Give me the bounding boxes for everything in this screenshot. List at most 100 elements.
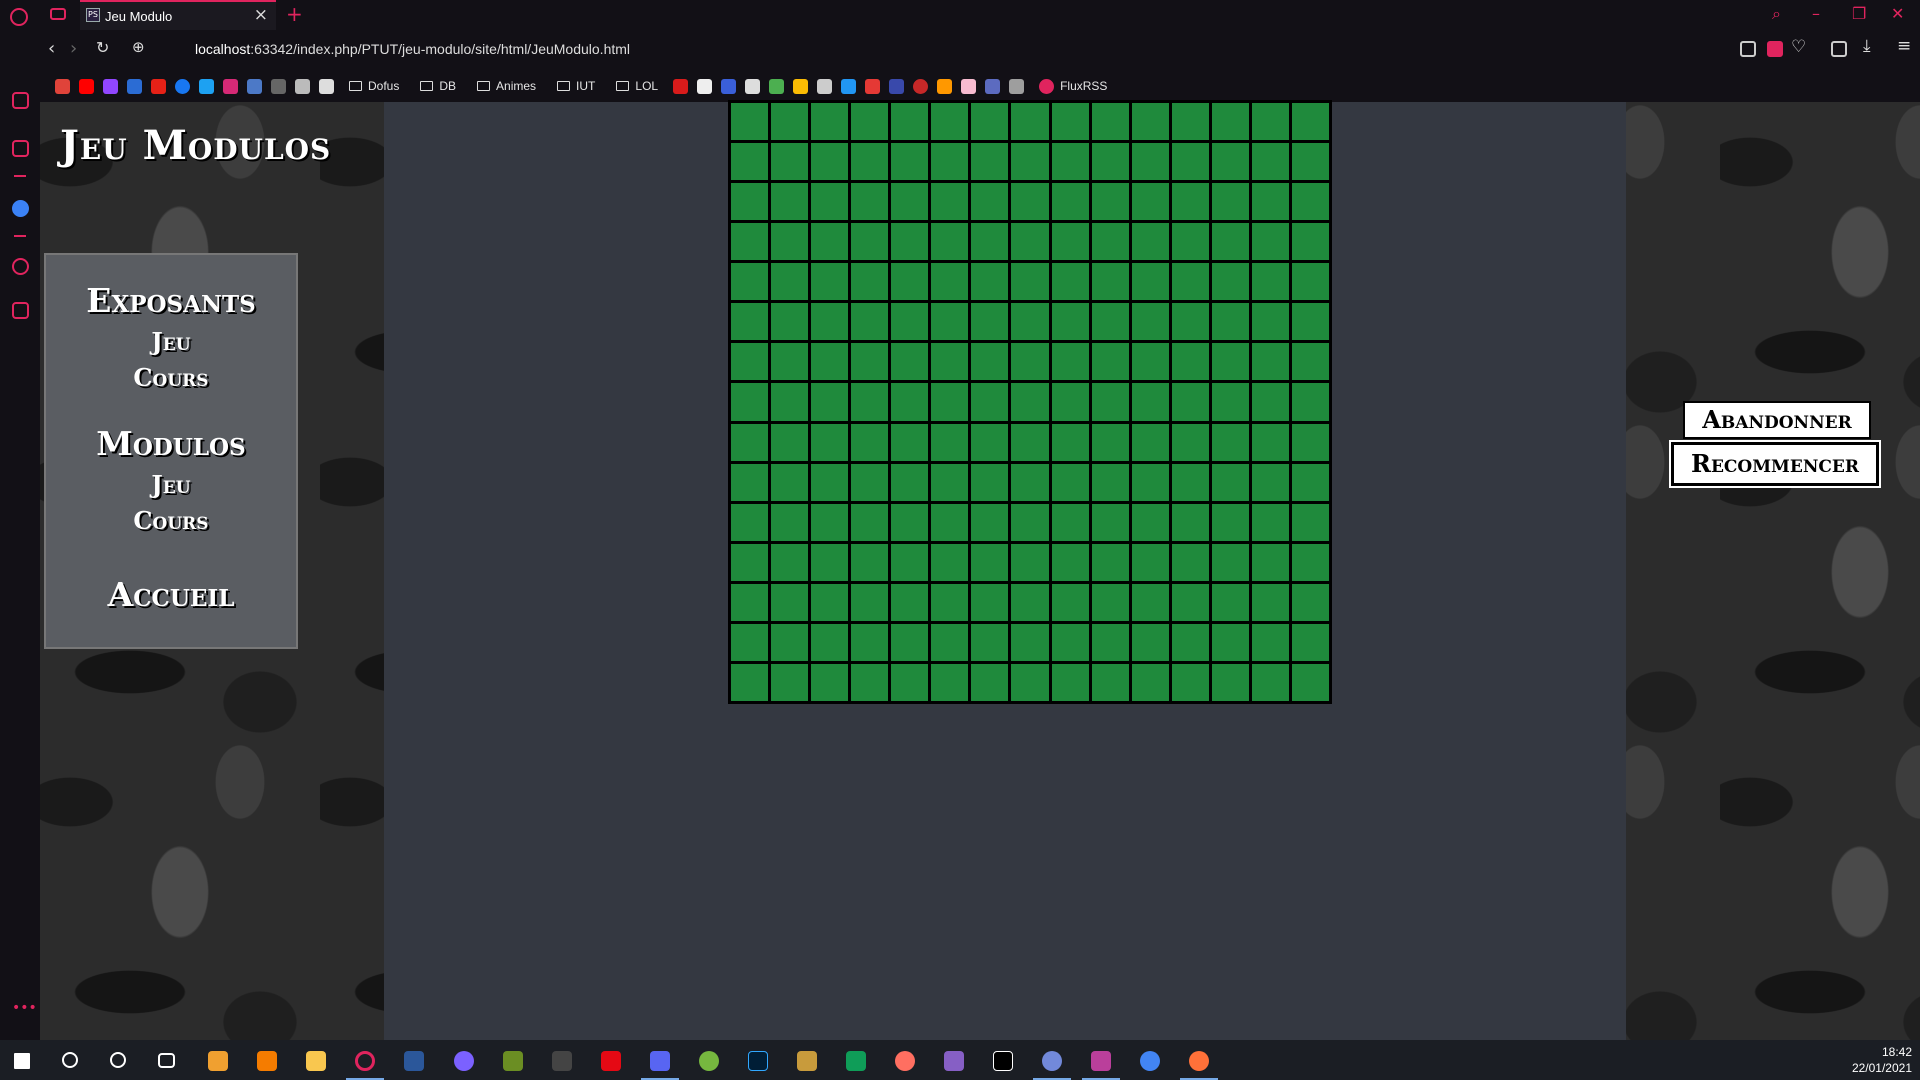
board-cell[interactable] [1251, 623, 1289, 661]
bookmark-icon[interactable] [817, 78, 833, 94]
board-cell[interactable] [1171, 423, 1209, 461]
board-cell[interactable] [731, 303, 769, 341]
board-cell[interactable] [1091, 223, 1129, 261]
board-cell[interactable] [1131, 263, 1169, 301]
board-cell[interactable] [931, 463, 969, 501]
history-icon[interactable] [12, 258, 29, 275]
board-cell[interactable] [931, 503, 969, 541]
board-cell[interactable] [1211, 503, 1249, 541]
menu-modulos-jeu[interactable]: Jeu [46, 467, 296, 503]
board-cell[interactable] [1291, 503, 1329, 541]
document-icon[interactable] [295, 78, 310, 94]
board-cell[interactable] [891, 103, 929, 141]
board-cell[interactable] [1251, 143, 1289, 181]
netflix-icon[interactable] [601, 1051, 621, 1071]
board-cell[interactable] [971, 543, 1009, 581]
board-cell[interactable] [731, 183, 769, 221]
bookmark-icon[interactable] [1009, 78, 1025, 94]
board-cell[interactable] [1011, 423, 1049, 461]
bookmark-icon[interactable] [985, 78, 1001, 94]
board-cell[interactable] [891, 303, 929, 341]
board-cell[interactable] [1011, 543, 1049, 581]
board-cell[interactable] [931, 303, 969, 341]
board-cell[interactable] [1291, 543, 1329, 581]
bookmark-fluxrss[interactable]: FluxRSS [1039, 78, 1107, 94]
board-cell[interactable] [1011, 303, 1049, 341]
board-cell[interactable] [731, 263, 769, 301]
board-cell[interactable] [771, 583, 809, 621]
board-cell[interactable] [1291, 223, 1329, 261]
board-cell[interactable] [1091, 183, 1129, 221]
board-cell[interactable] [811, 383, 849, 421]
firefox-icon[interactable] [1189, 1051, 1209, 1071]
task-view-icon[interactable] [158, 1053, 175, 1068]
board-cell[interactable] [1131, 463, 1169, 501]
board-cell[interactable] [1291, 583, 1329, 621]
instagram-icon[interactable] [223, 78, 238, 94]
back-icon[interactable]: ‹ [48, 38, 55, 59]
board-cell[interactable] [851, 463, 889, 501]
board-cell[interactable] [971, 503, 1009, 541]
app-icon[interactable] [454, 1051, 474, 1071]
board-cell[interactable] [1011, 463, 1049, 501]
board-cell[interactable] [971, 383, 1009, 421]
board-cell[interactable] [1051, 623, 1089, 661]
snapshot-icon[interactable] [1740, 41, 1756, 57]
board-cell[interactable] [731, 383, 769, 421]
bookmark-icon[interactable] [721, 78, 737, 94]
board-cell[interactable] [771, 423, 809, 461]
board-cell[interactable] [731, 543, 769, 581]
board-cell[interactable] [1011, 223, 1049, 261]
phpstorm-icon[interactable] [1091, 1051, 1111, 1071]
board-cell[interactable] [771, 543, 809, 581]
board-cell[interactable] [971, 263, 1009, 301]
board-cell[interactable] [971, 183, 1009, 221]
board-cell[interactable] [931, 143, 969, 181]
board-cell[interactable] [811, 583, 849, 621]
twitch-icon[interactable] [12, 140, 29, 157]
board-cell[interactable] [1211, 303, 1249, 341]
board-cell[interactable] [1131, 583, 1169, 621]
bookmark-icon[interactable] [889, 78, 905, 94]
bookmark-icon[interactable] [697, 78, 713, 94]
board-cell[interactable] [1011, 503, 1049, 541]
gaming-icon[interactable] [50, 8, 66, 20]
chrome-icon[interactable] [1140, 1051, 1160, 1071]
board-cell[interactable] [1291, 303, 1329, 341]
board-cell[interactable] [771, 303, 809, 341]
board-cell[interactable] [771, 463, 809, 501]
menu-exposants-cours[interactable]: Cours [46, 360, 296, 396]
board-cell[interactable] [1251, 303, 1289, 341]
board-cell[interactable] [811, 423, 849, 461]
board-cell[interactable] [1011, 103, 1049, 141]
board-cell[interactable] [1091, 423, 1129, 461]
board-cell[interactable] [931, 543, 969, 581]
menu-exposants-heading[interactable]: Exposants [46, 281, 296, 320]
board-cell[interactable] [811, 223, 849, 261]
league-icon[interactable] [797, 1051, 817, 1071]
bookmark-icon[interactable] [913, 78, 929, 94]
board-cell[interactable] [1171, 623, 1209, 661]
utorrent-icon[interactable] [699, 1051, 719, 1071]
board-cell[interactable] [1131, 343, 1169, 381]
board-cell[interactable] [1211, 423, 1249, 461]
intellij-icon[interactable] [993, 1051, 1013, 1071]
translate-icon[interactable] [247, 78, 262, 94]
board-cell[interactable] [1091, 303, 1129, 341]
board-cell[interactable] [1211, 463, 1249, 501]
board-cell[interactable] [931, 663, 969, 701]
google-drive-icon[interactable] [793, 78, 809, 94]
board-cell[interactable] [971, 463, 1009, 501]
abandon-button[interactable]: Abandonner [1683, 401, 1871, 439]
youtube-play-icon[interactable] [151, 78, 166, 94]
board-cell[interactable] [1171, 503, 1209, 541]
board-cell[interactable] [1131, 183, 1169, 221]
board-cell[interactable] [931, 103, 969, 141]
board-cell[interactable] [1051, 143, 1089, 181]
board-cell[interactable] [931, 423, 969, 461]
board-cell[interactable] [1211, 543, 1249, 581]
video-icon[interactable] [127, 78, 142, 94]
board-cell[interactable] [811, 263, 849, 301]
easy-setup-icon[interactable]: ≡ [1897, 36, 1911, 56]
board-cell[interactable] [1091, 263, 1129, 301]
